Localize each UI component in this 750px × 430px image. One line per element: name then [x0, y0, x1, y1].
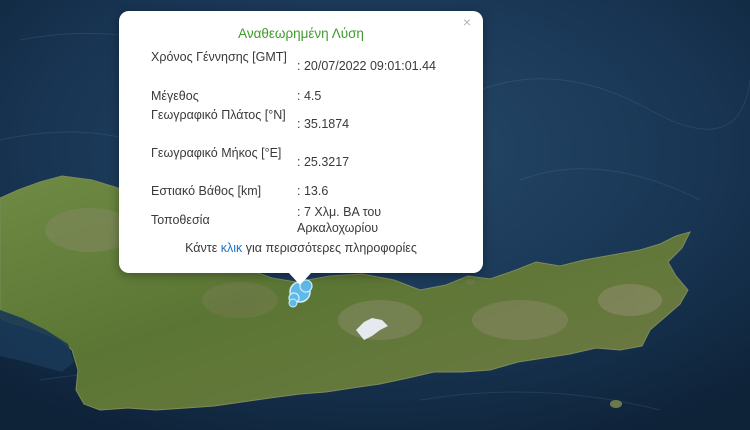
row-label: Τοποθεσία [151, 213, 210, 227]
row-label: Εστιακό Βάθος [km] [151, 184, 262, 198]
row-value: : 20/07/2022 09:01:01.44 [297, 59, 437, 73]
footer-suffix: για περισσότερες πληροφορίες [245, 241, 417, 255]
row-value: : 7 Χλμ. ΒΑ του Αρκαλοχωρίου [297, 205, 382, 235]
row-label: Γεωγραφικό Μήκος [°E] [151, 146, 282, 160]
earthquake-info-popup: × Αναθεωρημένη Λύση Χρόνος Γέννησης [GMT… [119, 11, 483, 273]
footer-prefix: Κάντε [185, 241, 218, 255]
row-value: : 25.3217 [297, 155, 350, 169]
more-info-link[interactable]: κλικ [221, 241, 243, 255]
row-label: Χρόνος Γέννησης [GMT] [151, 50, 287, 64]
row-label: Γεωγραφικό Πλάτος [°N] [151, 108, 286, 122]
row-label: Μέγεθος [151, 89, 199, 103]
popup-pointer [288, 272, 312, 285]
popup-footer: Κάντε κλικ για περισσότερες πληροφορίες [119, 241, 483, 255]
popup-title: Αναθεωρημένη Λύση [238, 26, 364, 41]
row-value: : 35.1874 [297, 117, 350, 131]
row-value: : 4.5 [297, 89, 322, 103]
row-value: : 13.6 [297, 184, 329, 198]
